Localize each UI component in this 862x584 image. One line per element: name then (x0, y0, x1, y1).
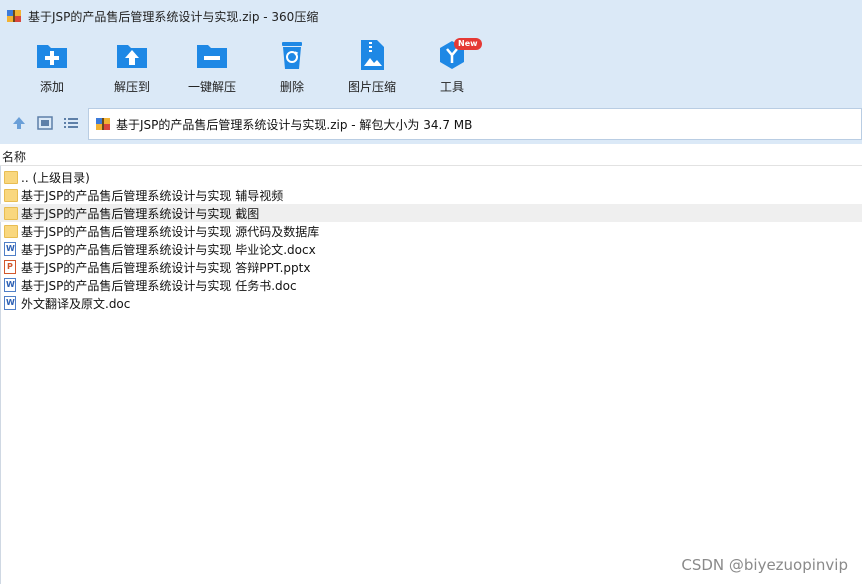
image-compress-label: 图片压缩 (347, 80, 396, 94)
delete-button[interactable]: 删除 (252, 38, 332, 100)
column-name-label: 名称 (2, 150, 27, 164)
path-field[interactable]: 基于JSP的产品售后管理系统设计与实现.zip - 解包大小为 34.7 MB (88, 108, 862, 140)
file-name: .. (上级目录) (21, 170, 90, 185)
list-item[interactable]: 基于JSP的产品售后管理系统设计与实现 任务书.doc (0, 276, 862, 294)
up-level-button[interactable] (10, 114, 28, 132)
file-name: 基于JSP的产品售后管理系统设计与实现 毕业论文.docx (21, 242, 316, 257)
extract-to-button[interactable]: 解压到 (92, 38, 172, 100)
path-text: 基于JSP的产品售后管理系统设计与实现.zip - 解包大小为 34.7 MB (116, 117, 473, 132)
add-button[interactable]: 添加 (12, 38, 92, 100)
extract-to-icon (115, 38, 149, 72)
tools-label: 工具 (439, 80, 464, 94)
one-click-extract-label: 一键解压 (187, 80, 236, 94)
window-title: 基于JSP的产品售后管理系统设计与实现.zip - 360压缩 (28, 9, 319, 24)
column-header[interactable]: 名称 (0, 146, 862, 166)
file-name: 基于JSP的产品售后管理系统设计与实现 任务书.doc (21, 278, 297, 293)
delete-label: 删除 (279, 80, 304, 94)
zip-file-icon (95, 116, 111, 132)
one-click-extract-icon (195, 38, 229, 72)
file-list: .. (上级目录) 基于JSP的产品售后管理系统设计与实现 辅导视频 基于JSP… (0, 168, 862, 312)
word-doc-icon (4, 278, 16, 292)
list-item[interactable]: 基于JSP的产品售后管理系统设计与实现 毕业论文.docx (0, 240, 862, 258)
main-toolbar: 添加 解压到 一键解压 删除 图片压缩 New 工具 (0, 32, 862, 104)
folder-icon (4, 170, 18, 184)
archive-app-icon (6, 8, 22, 24)
file-name: 基于JSP的产品售后管理系统设计与实现 截图 (21, 206, 260, 221)
address-bar: 基于JSP的产品售后管理系统设计与实现.zip - 解包大小为 34.7 MB (0, 104, 862, 144)
image-compress-icon (355, 38, 389, 72)
file-name: 基于JSP的产品售后管理系统设计与实现 答辩PPT.pptx (21, 260, 311, 275)
folder-icon (4, 206, 18, 220)
thumbnail-view-button[interactable] (36, 114, 54, 132)
word-doc-icon (4, 296, 16, 310)
add-button-label: 添加 (39, 80, 64, 94)
extract-to-label: 解压到 (113, 80, 150, 94)
file-name: 基于JSP的产品售后管理系统设计与实现 源代码及数据库 (21, 224, 320, 239)
list-item[interactable]: 基于JSP的产品售后管理系统设计与实现 答辩PPT.pptx (0, 258, 862, 276)
folder-icon (4, 224, 18, 238)
file-name: 基于JSP的产品售后管理系统设计与实现 辅导视频 (21, 188, 284, 203)
thumbnail-view-icon (37, 116, 53, 130)
recycle-bin-icon (275, 38, 309, 72)
image-compress-button[interactable]: 图片压缩 (332, 38, 412, 100)
powerpoint-icon (4, 260, 16, 274)
list-item-selected[interactable]: 基于JSP的产品售后管理系统设计与实现 截图 (0, 204, 862, 222)
title-bar: 基于JSP的产品售后管理系统设计与实现.zip - 360压缩 (0, 0, 862, 32)
list-view-icon (64, 118, 78, 128)
watermark: CSDN @biyezuopinvip (681, 556, 848, 574)
one-click-extract-button[interactable]: 一键解压 (172, 38, 252, 100)
list-item-parent-dir[interactable]: .. (上级目录) (0, 168, 862, 186)
list-view-button[interactable] (62, 114, 80, 132)
list-item[interactable]: 基于JSP的产品售后管理系统设计与实现 辅导视频 (0, 186, 862, 204)
list-item[interactable]: 外文翻译及原文.doc (0, 294, 862, 312)
add-folder-icon (35, 38, 69, 72)
tools-button[interactable]: New 工具 (412, 38, 492, 100)
new-badge: New (454, 38, 482, 50)
list-item[interactable]: 基于JSP的产品售后管理系统设计与实现 源代码及数据库 (0, 222, 862, 240)
file-name: 外文翻译及原文.doc (21, 296, 131, 311)
folder-icon (4, 188, 18, 202)
word-doc-icon (4, 242, 16, 256)
arrow-up-icon (13, 117, 25, 129)
